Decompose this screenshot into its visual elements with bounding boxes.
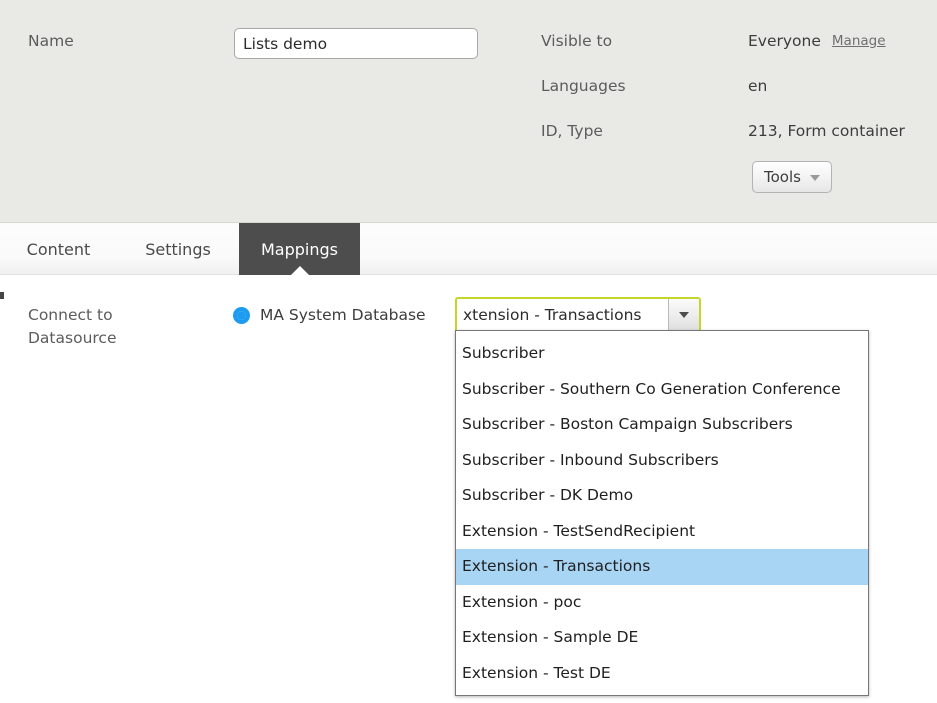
languages-value: en: [748, 77, 768, 95]
header-left-column: Name: [28, 28, 478, 78]
connect-to-datasource-label-line2: Datasource: [28, 329, 117, 347]
tab-mappings-label: Mappings: [261, 239, 338, 259]
list-item[interactable]: Extension - TestSendRecipient: [456, 514, 868, 550]
datasource-dropdown-list[interactable]: Subscriber Subscriber - Southern Co Gene…: [455, 330, 869, 696]
list-item[interactable]: Subscriber - Inbound Subscribers: [456, 443, 868, 479]
connect-to-datasource-label: Connect to Datasource: [28, 304, 218, 350]
chevron-down-icon: [809, 175, 820, 181]
header-right-column: Visible to Everyone Manage Languages en …: [541, 28, 905, 163]
list-item-selected[interactable]: Extension - Transactions: [456, 549, 868, 585]
radio-selected-icon[interactable]: [233, 306, 250, 324]
triangle-down-icon: [679, 312, 689, 318]
list-item[interactable]: Subscriber: [456, 336, 868, 372]
languages-row: Languages en: [541, 73, 905, 99]
visible-to-row: Visible to Everyone Manage: [541, 28, 905, 54]
list-item[interactable]: Subscriber - Boston Campaign Subscribers: [456, 407, 868, 443]
mappings-panel: Connect to Datasource MA System Database…: [0, 275, 937, 703]
tab-mappings[interactable]: Mappings: [239, 223, 360, 275]
languages-label: Languages: [541, 77, 626, 95]
tab-settings-label: Settings: [145, 239, 211, 259]
panel-edge-marker: [0, 292, 4, 299]
tab-bar: Content Settings Mappings: [0, 223, 937, 275]
list-item[interactable]: Extension - Sample DE: [456, 620, 868, 656]
ma-system-database-label: MA System Database: [260, 306, 426, 324]
active-tab-pointer-icon: [290, 266, 309, 275]
list-item[interactable]: Subscriber - Southern Co Generation Conf…: [456, 372, 868, 408]
manage-link[interactable]: Manage: [832, 28, 886, 54]
name-input[interactable]: [234, 28, 478, 59]
name-label: Name: [28, 32, 74, 50]
list-item[interactable]: Subscriber - DK Demo: [456, 478, 868, 514]
connect-to-datasource-label-line1: Connect to: [28, 306, 113, 324]
datasource-combobox-input[interactable]: [457, 299, 668, 331]
tab-content-label: Content: [26, 239, 91, 259]
id-type-row: ID, Type 213, Form container: [541, 118, 905, 144]
properties-header-panel: Name Visible to Everyone Manage Language…: [0, 0, 937, 223]
tab-settings[interactable]: Settings: [117, 223, 239, 275]
ma-system-database-radio-option[interactable]: MA System Database: [233, 306, 426, 324]
tools-button[interactable]: Tools: [752, 161, 832, 193]
datasource-dropdown-toggle[interactable]: [668, 299, 699, 331]
tab-content[interactable]: Content: [0, 223, 117, 275]
datasource-combobox[interactable]: [455, 297, 701, 333]
id-type-value: 213, Form container: [748, 122, 905, 140]
tools-button-label: Tools: [764, 168, 801, 186]
id-type-label: ID, Type: [541, 122, 603, 140]
visible-to-label: Visible to: [541, 32, 613, 50]
list-item[interactable]: Extension - poc: [456, 585, 868, 621]
list-item[interactable]: Extension - Test DE: [456, 656, 868, 692]
name-field-row: Name: [28, 28, 478, 59]
visible-to-value: Everyone: [748, 32, 821, 50]
